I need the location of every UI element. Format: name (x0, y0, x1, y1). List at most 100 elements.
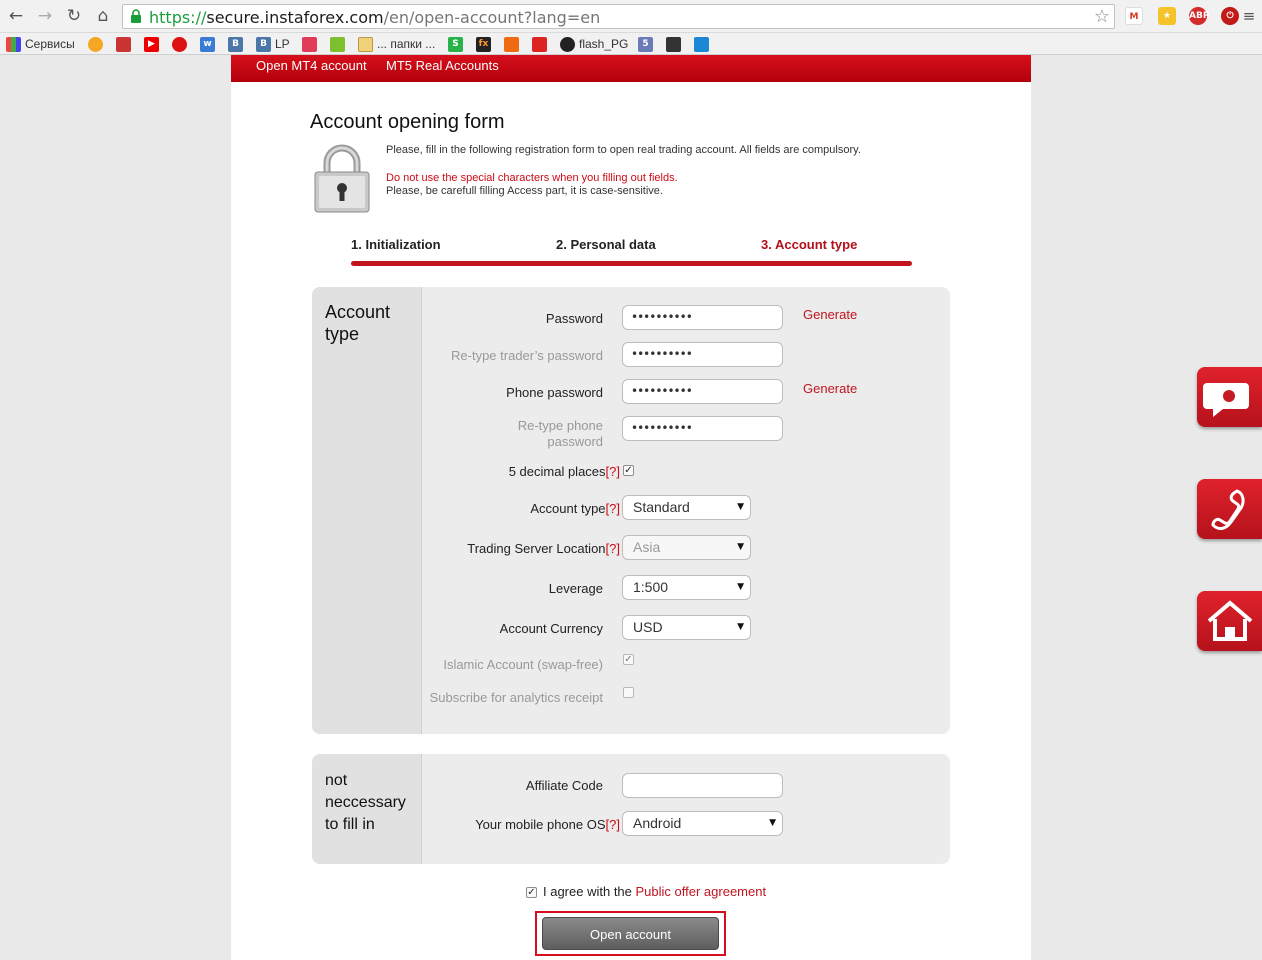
bookmark-favicon-icon (88, 36, 103, 52)
menu-icon[interactable]: ≡ (1239, 6, 1259, 26)
home-icon[interactable]: ⌂ (93, 6, 113, 26)
browser-toolbar: ← → ↻ ⌂ https://secure.instaforex.com/en… (0, 0, 1262, 33)
bookmark-favicon-icon: S (448, 36, 463, 52)
bookmark-favicon-icon: fx (476, 36, 491, 52)
bookmark-favicon-icon (172, 36, 187, 52)
currency-label: Account Currency (499, 621, 603, 636)
cart-icon (532, 36, 547, 52)
server-location-select[interactable]: Asia ▼ (622, 535, 751, 560)
generate-phone-password-link[interactable]: Generate (803, 381, 857, 396)
dropdown-arrow-icon: ▼ (737, 622, 744, 632)
retype-phone-password-label: Re-type phone password (517, 418, 603, 449)
padlock-icon (314, 144, 370, 213)
help-link[interactable]: [?] (606, 464, 620, 479)
affiliate-code-field[interactable] (622, 773, 783, 798)
home-page-button[interactable] (1197, 591, 1262, 651)
bookmark-item[interactable] (694, 36, 713, 52)
page-viewport: Open MT4 account MT5 Real Accounts Accou… (0, 55, 1262, 960)
islamic-account-checkbox[interactable]: ✓ (623, 654, 634, 665)
mobile-os-label: Your mobile phone OS[?] (475, 817, 620, 832)
extension-icon[interactable]: ★ (1158, 7, 1176, 25)
account-type-panel: Account type Password •••••••••• Generate… (312, 287, 950, 734)
phone-icon (1211, 489, 1245, 531)
power-extension-icon[interactable]: ⏻ (1221, 7, 1239, 25)
bookmark-item[interactable] (88, 36, 107, 52)
bookmark-folder[interactable]: ... папки ... (358, 36, 435, 52)
help-link[interactable]: [?] (606, 541, 620, 556)
bookmark-item[interactable]: w (200, 36, 219, 52)
case-sensitive-warning: Please, be carefull filling Access part,… (386, 185, 663, 197)
retype-trader-password-label: Re-type trader’s password (451, 348, 603, 363)
house-icon (1207, 600, 1253, 641)
form-intro: Please, fill in the following registrati… (386, 144, 861, 156)
apps-grid-icon (6, 36, 21, 52)
bookmark-star-icon[interactable]: ☆ (1094, 6, 1110, 27)
step-initialization: 1. Initialization (351, 237, 441, 252)
agreement-row: ✓ I agree with the Public offer agreement (526, 884, 766, 899)
bookmark-item[interactable]: 5 (638, 36, 657, 52)
open-account-highlight: Open account (535, 911, 726, 956)
bookmark-vk[interactable]: B (228, 36, 247, 52)
bookmark-youtube[interactable]: ▶ (144, 36, 163, 52)
callback-button[interactable] (1197, 479, 1262, 539)
password-label: Password (545, 311, 603, 326)
form-title: Account opening form (310, 111, 505, 133)
bookmark-favicon-icon: 5 (638, 36, 653, 52)
bookmark-item[interactable] (116, 36, 135, 52)
password-field[interactable]: •••••••••• (622, 305, 783, 330)
github-icon (560, 36, 575, 52)
bookmark-item[interactable] (504, 36, 523, 52)
leverage-select[interactable]: 1:500 ▼ (622, 575, 751, 600)
panel-title: Account type (325, 302, 391, 344)
bookmark-item[interactable] (172, 36, 191, 52)
nav-open-mt4[interactable]: Open MT4 account (256, 58, 367, 73)
bookmark-item[interactable]: S (448, 36, 467, 52)
currency-select[interactable]: USD ▼ (622, 615, 751, 640)
back-arrow-icon[interactable]: ← (6, 6, 26, 26)
help-link[interactable]: [?] (606, 501, 620, 516)
bookmark-services[interactable]: Сервисы (6, 36, 75, 52)
account-type-select[interactable]: Standard ▼ (622, 495, 751, 520)
bookmark-favicon-icon (330, 36, 345, 52)
bookmark-item[interactable] (302, 36, 321, 52)
nav-mt5-real[interactable]: MT5 Real Accounts (386, 58, 499, 73)
adblock-icon[interactable]: ABP (1189, 7, 1209, 25)
phone-password-label: Phone password (506, 385, 603, 400)
live-chat-button[interactable] (1197, 367, 1262, 427)
mobile-os-select[interactable]: Android ▼ (622, 811, 783, 836)
subscribe-analytics-checkbox[interactable] (623, 687, 634, 698)
youtube-icon: ▶ (144, 36, 159, 52)
bookmark-favicon-icon (694, 36, 709, 52)
reload-icon[interactable]: ↻ (64, 6, 84, 26)
open-account-button[interactable]: Open account (542, 917, 719, 950)
bookmark-item[interactable] (532, 36, 551, 52)
dropdown-arrow-icon: ▼ (737, 582, 744, 592)
chat-bubble-icon (1203, 383, 1249, 417)
phone-password-field[interactable]: •••••••••• (622, 379, 783, 404)
bookmark-item[interactable] (330, 36, 349, 52)
special-characters-warning: Do not use the special characters when y… (386, 172, 678, 184)
account-type-label: Account type[?] (530, 501, 620, 516)
panel-sidebar: Account type (312, 287, 422, 734)
bookmark-lp[interactable]: B LP (256, 36, 290, 52)
folder-icon (358, 36, 373, 52)
retype-phone-password-field[interactable]: •••••••••• (622, 416, 783, 441)
vk-icon: B (256, 36, 271, 52)
help-link[interactable]: [?] (606, 817, 620, 832)
generate-password-link[interactable]: Generate (803, 307, 857, 322)
dropdown-arrow-icon: ▼ (737, 542, 744, 552)
gmail-icon[interactable]: M (1125, 7, 1143, 25)
bookmark-flash-pg[interactable]: flash_PG (560, 36, 628, 52)
public-offer-link[interactable]: Public offer agreement (636, 884, 767, 899)
agreement-checkbox[interactable]: ✓ (526, 887, 537, 898)
bookmark-item[interactable]: fx (476, 36, 495, 52)
bookmark-favicon-icon: w (200, 36, 215, 52)
decimal-places-checkbox[interactable]: ✓ (623, 465, 634, 476)
retype-trader-password-field[interactable]: •••••••••• (622, 342, 783, 367)
address-bar[interactable]: https://secure.instaforex.com/en/open-ac… (122, 4, 1115, 29)
bookmark-item[interactable] (666, 36, 685, 52)
panel-title: not neccessary to fill in (325, 772, 406, 833)
forward-arrow-icon[interactable]: → (35, 6, 55, 26)
step-personal-data: 2. Personal data (556, 237, 656, 252)
agreement-text: I agree with the (543, 884, 632, 899)
